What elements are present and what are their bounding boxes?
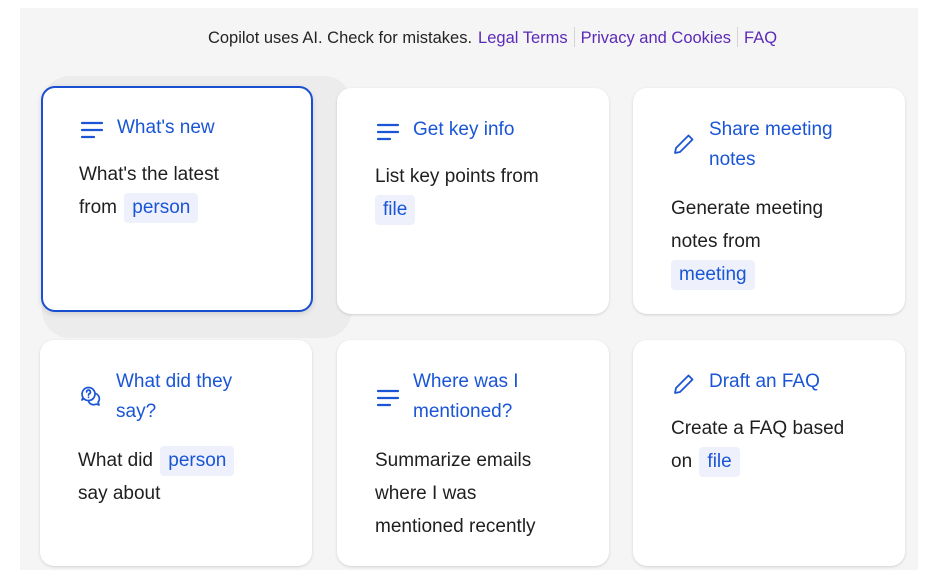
prompt-card-get-key-info[interactable]: Get key info List key points from file	[337, 88, 609, 314]
faq-link[interactable]: FAQ	[744, 29, 777, 47]
card-title: Share meeting notes	[709, 115, 833, 175]
prompt-card-draft-an-faq[interactable]: Draft an FAQ Create a FAQ based on file	[633, 340, 905, 566]
card-header: Share meeting notes	[671, 118, 833, 175]
card-prompt-text: What's the latest from person	[79, 158, 289, 224]
prompt-line: Summarize emails	[375, 450, 532, 471]
prompt-word: from	[79, 197, 117, 218]
card-prompt-text: Generate meeting notes from meeting	[671, 192, 881, 291]
title-line: Share meeting	[709, 119, 833, 140]
prompt-line: Create a FAQ based	[671, 418, 845, 439]
card-title: Where was I mentioned?	[413, 367, 519, 427]
prompt-line: notes from	[671, 231, 761, 252]
pencil-icon	[671, 132, 697, 156]
prompt-card-share-meeting-notes[interactable]: Share meeting notes Generate meeting not…	[633, 88, 905, 314]
prompt-line: mentioned recently	[375, 516, 536, 537]
person-chip[interactable]: person	[160, 446, 235, 476]
link-divider	[573, 27, 575, 47]
prompt-line: say about	[78, 483, 161, 504]
card-prompt-text: List key points from file	[375, 160, 585, 226]
card-title: Get key info	[413, 119, 515, 140]
card-title: What did they say?	[116, 367, 232, 427]
prompt-word: on	[671, 451, 693, 472]
meeting-chip[interactable]: meeting	[671, 260, 755, 290]
prompt-line: What's the latest	[79, 164, 219, 185]
link-divider	[737, 27, 739, 47]
prompt-line: List key points from	[375, 166, 539, 187]
card-title: Draft an FAQ	[709, 371, 820, 392]
prompt-line: from person	[79, 191, 289, 224]
pencil-icon	[671, 372, 697, 396]
title-line: mentioned?	[413, 401, 513, 422]
person-chip[interactable]: person	[124, 193, 199, 223]
prompt-line: where I was	[375, 483, 477, 504]
prompt-card-where-was-i-mentioned[interactable]: Where was I mentioned? Summarize emails …	[337, 340, 609, 566]
prompt-card-whats-new[interactable]: What's new What's the latest from person	[41, 86, 313, 312]
card-header: Get key info	[375, 118, 514, 145]
prompt-card-what-did-they-say[interactable]: What did they say? What did person say a…	[40, 340, 312, 566]
prompt-line: meeting	[671, 258, 881, 291]
prompt-line: on file	[671, 445, 881, 478]
legal-terms-link[interactable]: Legal Terms	[478, 29, 568, 47]
lines-icon	[375, 120, 401, 144]
disclaimer-text: Copilot uses AI. Check for mistakes.	[207, 29, 473, 47]
card-prompt-text: Summarize emails where I was mentioned r…	[375, 444, 585, 543]
title-line: notes	[709, 149, 756, 170]
prompt-gallery: Copilot uses AI. Check for mistakes. Lega…	[20, 8, 918, 570]
prompt-word: What did	[78, 450, 153, 471]
prompt-line: What did person	[78, 444, 288, 477]
card-prompt-text: What did person say about	[78, 444, 288, 510]
card-header: What did they say?	[78, 370, 232, 427]
file-chip[interactable]: file	[699, 447, 740, 477]
card-prompt-text: Create a FAQ based on file	[671, 412, 881, 478]
lines-icon	[79, 118, 105, 142]
card-title: What's new	[117, 117, 215, 138]
card-header: Draft an FAQ	[671, 370, 820, 397]
privacy-cookies-link[interactable]: Privacy and Cookies	[581, 29, 731, 47]
title-line: What did they	[116, 371, 233, 392]
card-header: What's new	[79, 116, 215, 143]
lines-icon	[375, 386, 401, 410]
title-line: say?	[116, 401, 157, 422]
prompt-line: file	[375, 193, 585, 226]
disclaimer-bar: Copilot uses AI. Check for mistakes. Lega…	[20, 27, 927, 48]
chat-question-icon	[78, 384, 104, 408]
prompt-line: Generate meeting	[671, 198, 824, 219]
title-line: Where was I	[413, 371, 519, 392]
card-header: Where was I mentioned?	[375, 370, 519, 427]
file-chip[interactable]: file	[375, 195, 416, 225]
